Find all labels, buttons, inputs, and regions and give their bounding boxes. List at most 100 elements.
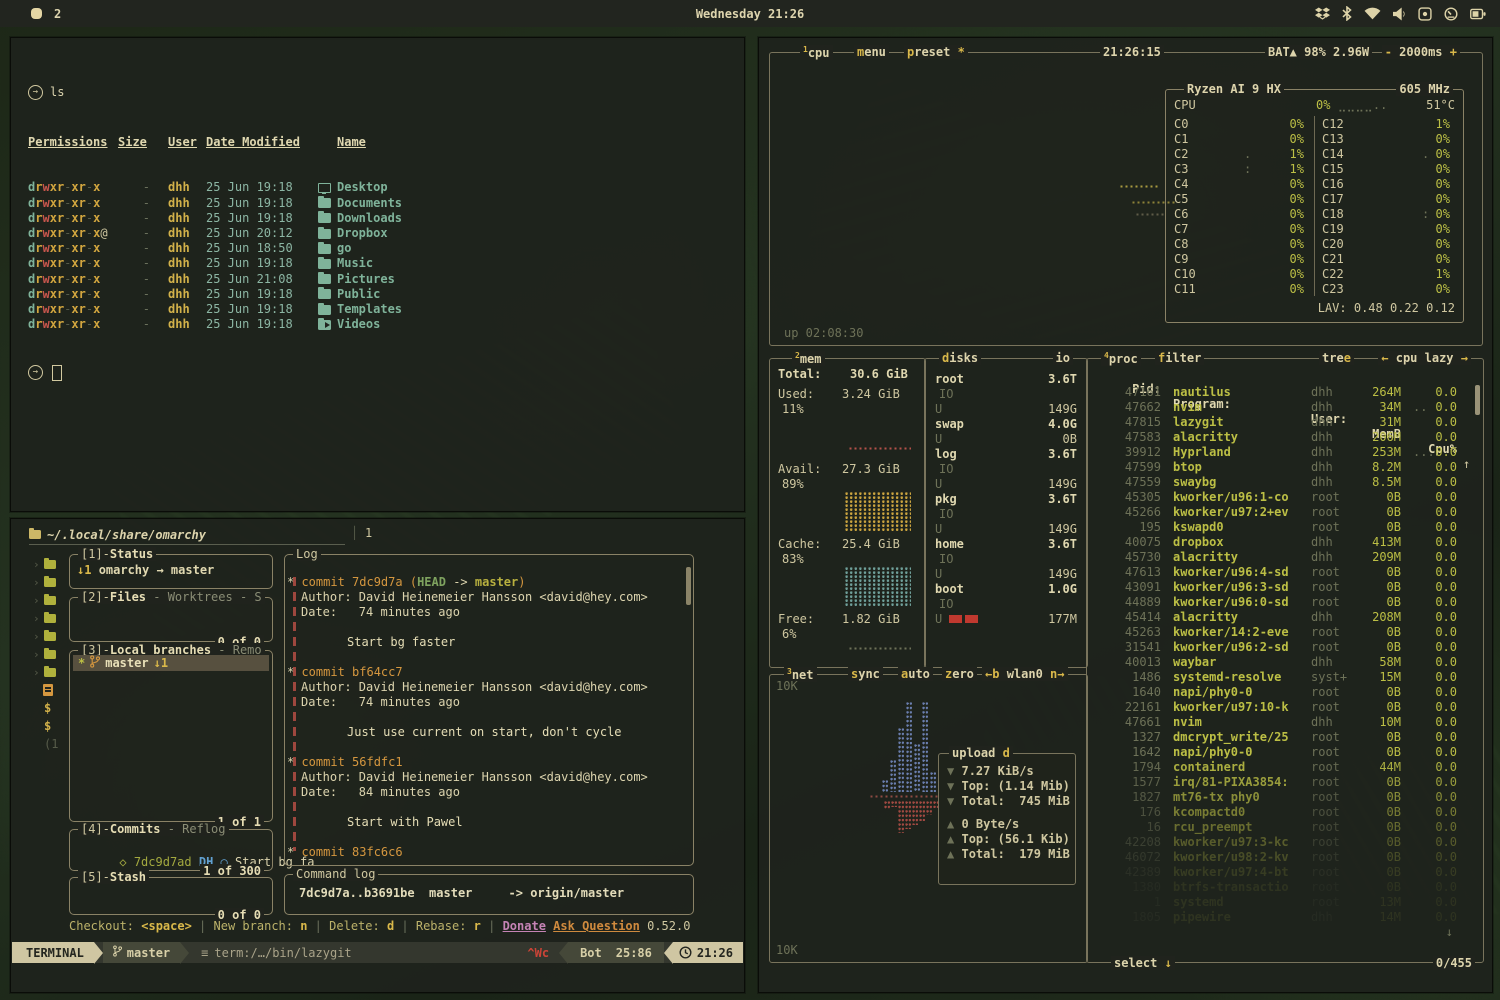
top-bar: 2 Wednesday 21:26 — [0, 0, 1500, 27]
explorer-folder-row[interactable]: › — [33, 557, 56, 571]
cpu-core-row: C160% — [1322, 177, 1344, 192]
command-text: ls — [50, 85, 64, 100]
cpu-core-row: C90% — [1174, 252, 1188, 267]
file-permissions: drwxr-xr-x — [28, 241, 118, 256]
lazygit-branches-panel[interactable]: [3]-Local branches - Remo * master ↓1 1 … — [69, 650, 273, 822]
ls-row[interactable]: drwxr-xr-x-dhh25 Jun 19:18Music — [28, 256, 744, 271]
statusline-flags: ^Wc — [527, 946, 549, 960]
ls-row[interactable]: drwxr-xr-x-dhh25 Jun 21:08Pictures — [28, 272, 744, 287]
shell-prompt[interactable]: → — [28, 365, 744, 381]
file-permissions: drwxr-xr-x — [28, 287, 118, 302]
log-commit-line: * commit 83fc6c6 — [287, 845, 403, 860]
cpu-core-row: C70% — [1174, 222, 1188, 237]
net-upload-column — [919, 801, 925, 821]
disks-io-toggle[interactable]: io — [1053, 351, 1073, 365]
powerline-separator — [94, 942, 103, 964]
btop-proc-box[interactable]: 4proc filter tree ← cpu lazy → Pid: Prog… — [1086, 358, 1484, 963]
mem-meter — [849, 447, 911, 450]
lazygit-files-panel[interactable]: [2]-Files - Worktrees - S 0 of 0 — [69, 597, 273, 642]
ls-row[interactable]: drwxr-xr-x-dhh25 Jun 19:18Templates — [28, 302, 744, 317]
cpu-total-pct: 0% — [1316, 98, 1330, 112]
dropbox-icon[interactable] — [1315, 7, 1330, 21]
window-neovim-lazygit[interactable]: ~/.local/share/omarchy │ 1 ›››››››$$(1 [… — [10, 518, 745, 993]
lazygit-stash-panel[interactable]: [5]-Stash 0 of 0 — [69, 877, 273, 915]
log-author-line: Author: David Heinemeier Hansson <david@… — [301, 590, 648, 605]
uptime: up 02:08:30 — [784, 326, 863, 341]
scroll-more-icon: ↓ — [1446, 925, 1453, 940]
wifi-icon[interactable] — [1364, 7, 1381, 20]
ls-row[interactable]: drwxr-xr-x-dhh25 Jun 18:50go — [28, 241, 744, 256]
disk-io-row: IO — [939, 597, 953, 612]
explorer-folder-row[interactable]: › — [33, 647, 56, 661]
ls-row[interactable]: drwxr-xr-x@-dhh25 Jun 20:12Dropbox — [28, 226, 744, 241]
tab-number[interactable]: 1 — [365, 526, 372, 540]
cpu-core-row: C40% — [1174, 177, 1188, 192]
proc-tree-toggle[interactable]: tree — [1319, 351, 1354, 365]
file-size: - — [118, 317, 150, 332]
donate-link[interactable]: Donate — [503, 919, 546, 933]
log-scrollbar[interactable] — [686, 567, 691, 605]
window-terminal-ls[interactable]: → ls Permissions Size User Date Modified… — [10, 37, 745, 512]
lazygit-log-panel[interactable]: Log * commit 7dc9d7a (HEAD -> master)Aut… — [284, 554, 694, 866]
chevron-right-icon: › — [33, 630, 40, 643]
gauge-icon[interactable] — [1444, 7, 1458, 21]
explorer-script-row[interactable] — [43, 683, 53, 697]
proc-scrollbar[interactable] — [1475, 385, 1480, 415]
volume-icon[interactable] — [1393, 7, 1406, 21]
net-upload-column — [905, 801, 911, 829]
proc-select-hint[interactable]: select ↓ — [1111, 956, 1175, 970]
file-name: Dropbox — [337, 226, 388, 241]
explorer-folder-row[interactable]: › — [33, 611, 56, 625]
buffer-path-tab[interactable]: ~/.local/share/omarchy — [29, 525, 345, 545]
explorer-folder-row[interactable]: › — [33, 593, 56, 607]
terminal-cursor — [52, 365, 62, 381]
ls-row[interactable]: drwxr-xr-x-dhh25 Jun 19:18Public — [28, 287, 744, 302]
cpu-core-row: C18:0% — [1322, 207, 1344, 222]
btop-cpu-box[interactable]: 1cpu menu preset * 21:26:15 BAT▲ 98% 2.9… — [769, 52, 1483, 346]
explorer-folder-row[interactable]: › — [33, 629, 56, 643]
disk-name-row: swap4.0G — [935, 417, 1077, 432]
update-interval-control[interactable]: - 2000ms + — [1382, 45, 1460, 59]
file-name: Downloads — [337, 211, 402, 226]
explorer-folder-row[interactable]: › — [33, 575, 56, 589]
bluetooth-icon[interactable] — [1342, 6, 1352, 21]
window-btop[interactable]: 1cpu menu preset * 21:26:15 BAT▲ 98% 2.9… — [758, 37, 1493, 993]
btop-disks-box[interactable]: disks io root3.6TIOU149Gswap4.0GU0Blog3.… — [924, 358, 1088, 668]
explorer-shell-row[interactable]: $ — [44, 719, 51, 733]
ls-row[interactable]: drwxr-xr-x-dhh25 Jun 19:18Videos — [28, 317, 744, 332]
cpu-frequency: 605 MHz — [1396, 82, 1453, 96]
folder-icon — [318, 213, 331, 223]
btop-net-box[interactable]: 3net sync auto zero ←b wlan0 n→ 10K 10K … — [769, 674, 1088, 963]
ls-row[interactable]: drwxr-xr-x-dhh25 Jun 19:18Documents — [28, 196, 744, 211]
file-permissions: drwxr-xr-x@ — [28, 226, 118, 241]
disk-name-row: pkg3.6T — [935, 492, 1077, 507]
battery-icon[interactable] — [1470, 7, 1486, 21]
ask-question-link[interactable]: Ask Question — [553, 919, 640, 933]
lazygit-status-panel[interactable]: [1]-Status ↓1 omarchy → master — [69, 554, 273, 589]
net-download-column — [930, 772, 936, 792]
file-date: 25 Jun 19:18 — [206, 196, 306, 211]
btop-mem-box[interactable]: 2mem Total:30.6 GiB Used:3.24 GiB11%Avai… — [769, 358, 926, 668]
file-size: - — [118, 256, 150, 271]
btop-menu-button[interactable]: menu — [854, 45, 889, 59]
file-name: Documents — [337, 196, 402, 211]
cpu-core-row: C210% — [1322, 252, 1344, 267]
ls-row[interactable]: drwxr-xr-x-dhh25 Jun 19:18Downloads — [28, 211, 744, 226]
screencast-icon[interactable] — [1418, 7, 1432, 21]
chevron-right-icon: › — [33, 594, 40, 607]
battery-status: BAT▲ 98% 2.96W — [1265, 45, 1372, 59]
lazygit-commits-panel[interactable]: [4]-Commits - Reflog ◇ 7dc9d7ad DH ○ Sta… — [69, 829, 273, 871]
cpu-core-row: C80% — [1174, 237, 1188, 252]
proc-filter-button[interactable]: filter — [1155, 351, 1204, 365]
file-date: 25 Jun 21:08 — [206, 272, 306, 287]
proc-sort-switcher[interactable]: ← cpu lazy → — [1378, 351, 1471, 365]
btop-preset-button[interactable]: preset * — [904, 45, 968, 59]
ls-row[interactable]: drwxr-xr-x-dhh25 Jun 19:18Desktop — [28, 180, 744, 195]
branch-row-selected[interactable]: * master ↓1 — [73, 655, 269, 671]
col-header-size: Size — [118, 135, 147, 149]
file-owner: dhh — [168, 317, 206, 332]
explorer-folder-row[interactable]: › — [33, 665, 56, 679]
explorer-shell-row[interactable]: $ — [44, 701, 51, 715]
file-permissions: drwxr-xr-x — [28, 302, 118, 317]
net-download-column — [898, 728, 904, 792]
